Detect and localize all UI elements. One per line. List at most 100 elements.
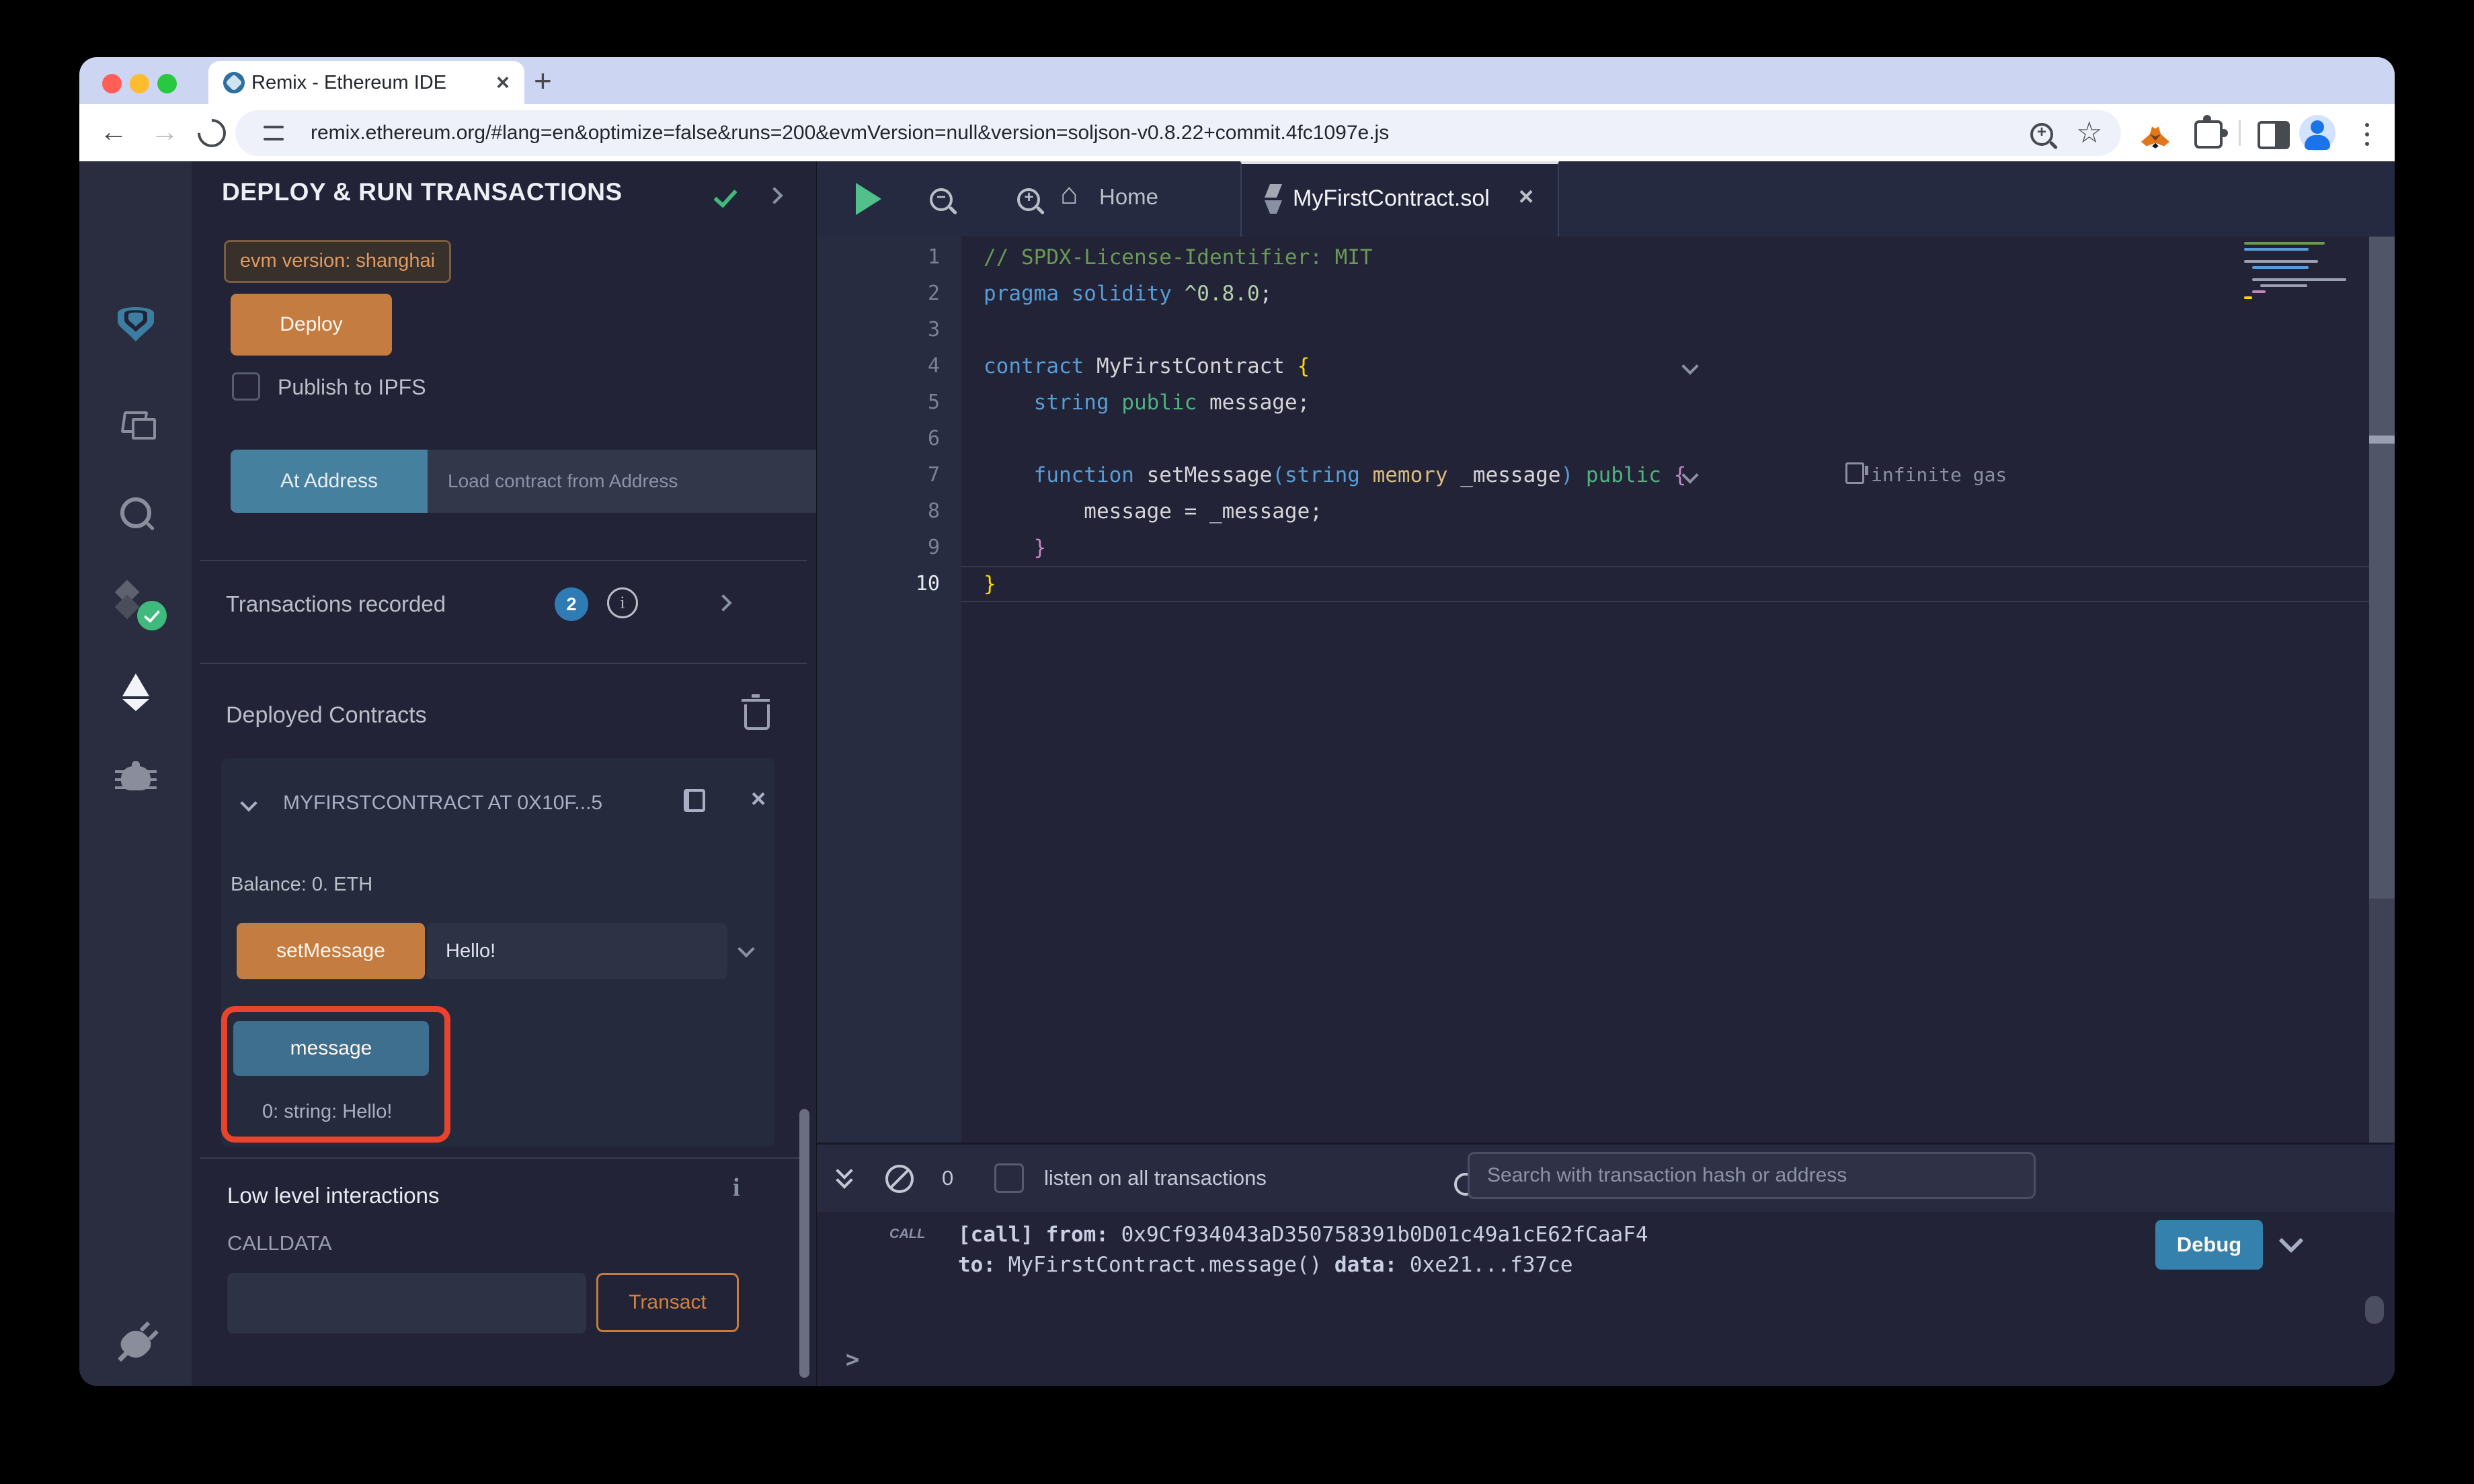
browser-tabstrip: Remix - Ethereum IDE × + [79,57,2395,104]
setmessage-button[interactable]: setMessage [237,923,425,979]
trash-icon[interactable] [744,704,770,730]
close-file-tab-icon[interactable]: × [1519,183,1533,212]
remix-logo-icon[interactable] [79,302,192,347]
terminal-prompt: > [846,1346,859,1373]
transact-button[interactable]: Transact [596,1273,739,1332]
divider [200,663,807,664]
at-address-button[interactable]: At Address [231,450,428,513]
bookmark-star-icon[interactable]: ☆ [2076,116,2102,150]
copy-address-icon[interactable] [684,789,701,812]
url-text[interactable]: remix.ethereum.org/#lang=en&optimize=fal… [311,110,1389,156]
listen-all-tx-label: listen on all transactions [1044,1166,1267,1190]
deploy-button[interactable]: Deploy [231,294,392,356]
minimap[interactable] [2244,242,2352,323]
tx-info-icon[interactable]: i [607,587,638,618]
extensions-puzzle-icon[interactable] [2194,120,2223,149]
editor-scrollbar[interactable] [2369,237,2395,1143]
menu-dots-icon[interactable] [2365,123,2369,127]
debug-button[interactable]: Debug [2155,1220,2263,1270]
home-icon[interactable]: ⌂ [1060,177,1078,211]
tx-count-badge: 2 [555,587,588,621]
profile-avatar[interactable] [2299,115,2336,151]
code-line[interactable]: // SPDX-License-Identifier: MIT [984,239,1373,276]
zoom-window-light[interactable] [157,74,177,93]
gas-estimate-note: infinite gas [1845,457,2007,493]
tab-home[interactable]: Home [1099,184,1158,210]
balance-label: Balance: 0. ETH [231,874,372,896]
search-icon[interactable] [79,497,192,532]
contract-title: MYFIRSTCONTRACT AT 0X10F...5 [283,792,602,815]
setmessage-input[interactable] [427,923,727,979]
call-badge: CALL [889,1227,925,1242]
file-explorer-icon[interactable] [79,411,192,438]
annotation-highlight-box [221,1006,450,1143]
metamask-icon[interactable] [2138,116,2173,150]
panel-expand-chevron-icon[interactable] [766,187,783,204]
terminal-scrollbar-thumb[interactable] [2365,1296,2384,1324]
code-line[interactable]: function setMessage(string memory _messa… [984,457,1686,493]
plugin-manager-plug-icon[interactable] [79,1331,192,1361]
at-address-input[interactable] [428,450,844,513]
clear-console-icon[interactable] [885,1165,914,1193]
forward-icon[interactable]: → [151,104,179,161]
divider [200,1157,807,1159]
editor-zoom-out-icon[interactable]: − [930,188,953,211]
browser-window: Remix - Ethereum IDE × + ← → remix.ether… [79,57,2395,1386]
lowlevel-info-icon[interactable]: i [733,1173,740,1202]
close-window-light[interactable] [102,74,122,93]
active-tab-label: MyFirstContract.sol [1293,186,1490,212]
code-line[interactable]: pragma solidity ^0.8.0; [984,276,1272,312]
side-panel-icon[interactable] [2258,121,2290,149]
back-icon[interactable]: ← [99,104,128,161]
collapse-terminal-icon[interactable] [838,1165,850,1186]
icon-rail: ⚙ [79,161,192,1386]
panel-check-icon [713,183,737,208]
tx-expand-chevron-icon[interactable] [715,594,731,611]
listen-all-tx-checkbox[interactable] [994,1163,1024,1193]
gas-pump-icon [1845,462,1864,484]
toolbar-divider [2239,120,2241,146]
publish-ipfs-label: Publish to IPFS [278,375,426,400]
deploy-run-panel: DEPLOY & RUN TRANSACTIONS evm version: s… [192,161,816,1386]
tab-myfirstcontract[interactable]: MyFirstContract.sol × [1240,161,1559,237]
pending-tx-count: 0 [942,1166,953,1190]
expand-log-chevron-icon[interactable] [2279,1229,2304,1253]
code-line[interactable]: } [984,530,1046,566]
deploy-run-icon[interactable] [79,673,192,714]
run-script-icon[interactable] [856,183,881,215]
editor-scroll-marker [2369,436,2395,444]
code-editor[interactable]: 12345678910 // SPDX-License-Identifier: … [817,237,2395,1143]
browser-tab[interactable]: Remix - Ethereum IDE × [208,61,524,104]
editor-scrollbar-thumb[interactable] [2369,237,2395,899]
editor-tabbar: − + ⌂ Home [817,161,2395,237]
panel-scrollbar[interactable] [799,1109,809,1378]
remove-contract-icon[interactable]: × [751,785,766,814]
minimize-window-light[interactable] [130,74,149,93]
close-tab-icon[interactable]: × [496,61,510,104]
code-line[interactable]: contract MyFirstContract { [984,348,1310,384]
solidity-file-icon [1265,184,1282,214]
terminal-toolbar: 0 listen on all transactions [817,1143,2395,1212]
editor-zoom-in-icon[interactable]: + [1017,188,1040,211]
collapse-contract-chevron-icon[interactable] [240,794,257,811]
fold-chevron-icon[interactable] [1681,358,1698,374]
zoom-page-icon[interactable]: + [2030,123,2053,146]
reload-icon[interactable] [192,113,231,153]
divider [200,560,807,561]
site-settings-icon[interactable] [264,124,284,142]
remix-favicon-icon [223,72,245,93]
terminal-log[interactable]: CALL [call] from: 0x9Cf934043aD350758391… [817,1212,2395,1386]
browser-tab-title: Remix - Ethereum IDE [251,61,446,104]
code-line[interactable]: message = _message; [984,493,1322,530]
code-line[interactable]: string public message; [984,384,1310,421]
expand-setmessage-chevron-icon[interactable] [737,940,754,957]
terminal-search-input[interactable] [1468,1152,2036,1199]
publish-ipfs-checkbox[interactable] [232,372,260,401]
calldata-input[interactable] [227,1273,586,1333]
deployed-contracts-heading: Deployed Contracts [226,702,427,729]
log-lines: [call] from: 0x9Cf934043aD350758391b0D01… [958,1220,2101,1280]
code-line[interactable]: } [984,566,996,602]
debugger-bug-icon[interactable] [79,766,192,794]
new-tab-button[interactable]: + [534,63,552,99]
url-bar[interactable]: remix.ethereum.org/#lang=en&optimize=fal… [235,110,2121,156]
